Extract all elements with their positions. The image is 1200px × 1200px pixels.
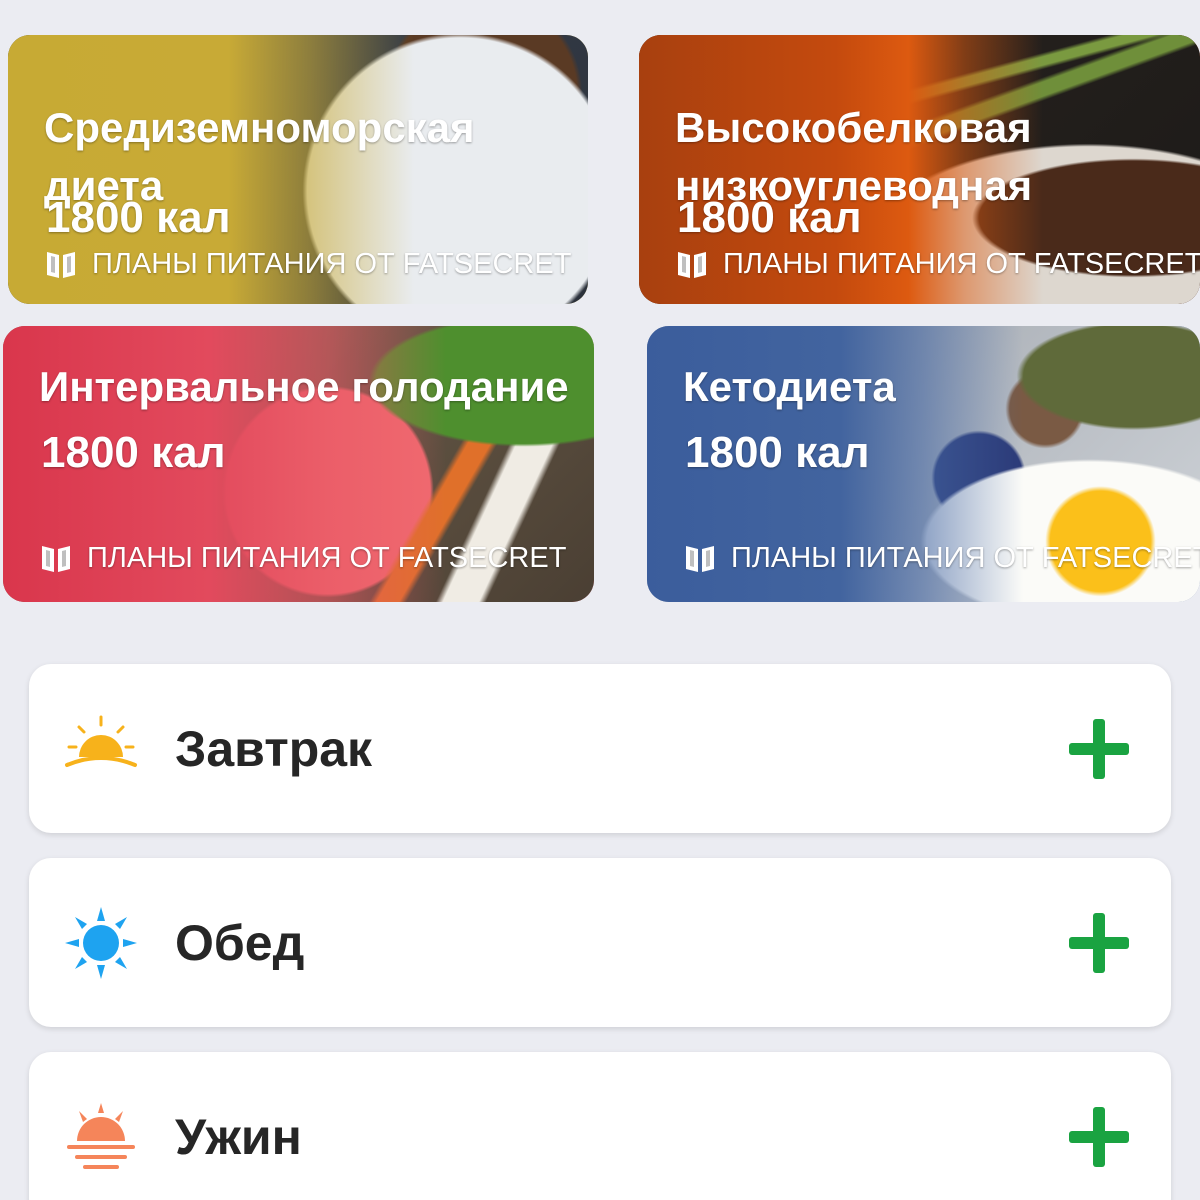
book-icon	[42, 546, 70, 572]
book-icon	[47, 252, 75, 278]
add-lunch-button[interactable]	[1067, 911, 1131, 975]
plan-calories: 1800 кал	[685, 428, 870, 477]
meal-row-lunch[interactable]: Обед	[29, 858, 1171, 1027]
meal-row-breakfast[interactable]: Завтрак	[29, 664, 1171, 833]
meal-row-dinner[interactable]: Ужин	[29, 1052, 1171, 1200]
plan-source: ПЛАНЫ ПИТАНИЯ ОТ FATSECRET	[675, 247, 1200, 281]
plan-card-keto[interactable]: Кетодиета 1800 кал ПЛАНЫ ПИТАНИЯ ОТ FATS…	[647, 326, 1200, 602]
plan-card-mediterranean[interactable]: Средиземноморская диета 1800 кал ПЛАНЫ П…	[8, 35, 588, 304]
book-icon	[686, 546, 714, 572]
plan-source: ПЛАНЫ ПИТАНИЯ ОТ FATSECRET	[683, 541, 1200, 575]
plan-card-intermittent-fasting[interactable]: Интервальное голодание 1800 кал ПЛАНЫ ПИ…	[3, 326, 594, 602]
meal-label: Завтрак	[175, 720, 373, 777]
plan-card-high-protein[interactable]: Высокобелковая низкоуглеводная 1800 кал …	[639, 35, 1200, 304]
plan-source: ПЛАНЫ ПИТАНИЯ ОТ FATSECRET	[44, 247, 571, 281]
add-dinner-button[interactable]	[1067, 1105, 1131, 1169]
plan-calories: 1800 кал	[46, 193, 231, 242]
sunrise-icon	[65, 715, 137, 767]
meal-label: Обед	[175, 914, 305, 971]
plan-title: Интервальное голодание	[39, 363, 569, 410]
plan-calories: 1800 кал	[677, 193, 862, 242]
sunset-icon	[67, 1102, 135, 1169]
plan-calories: 1800 кал	[41, 428, 226, 477]
meal-label: Ужин	[175, 1108, 302, 1165]
book-icon	[678, 252, 706, 278]
add-breakfast-button[interactable]	[1067, 717, 1131, 781]
sun-icon	[65, 906, 137, 979]
plan-title: Кетодиета	[683, 363, 896, 410]
plan-source: ПЛАНЫ ПИТАНИЯ ОТ FATSECRET	[39, 541, 566, 575]
